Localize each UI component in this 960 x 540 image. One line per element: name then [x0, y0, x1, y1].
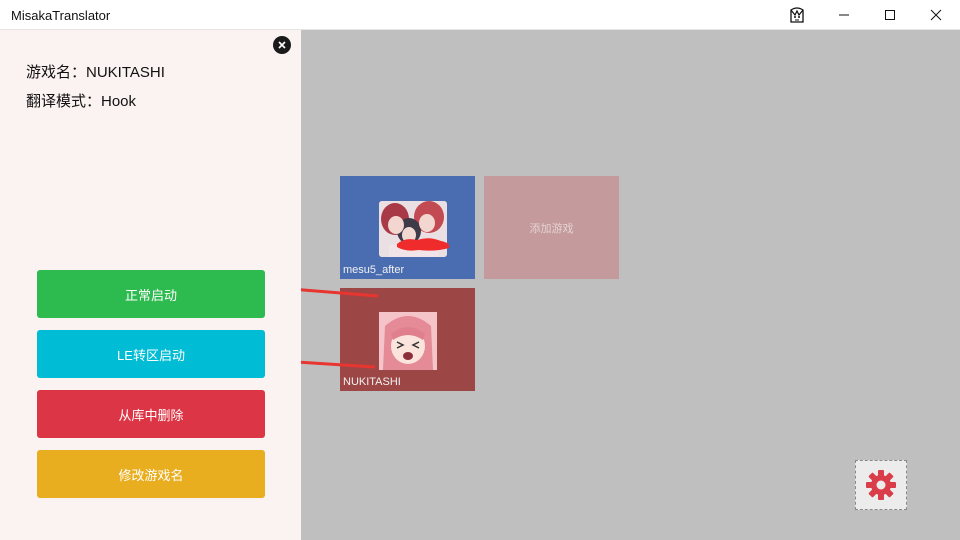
settings-button[interactable] — [855, 460, 907, 510]
maximize-icon — [885, 10, 895, 20]
game-title-label: NUKITASHI — [343, 376, 401, 388]
close-button[interactable] — [913, 0, 959, 30]
misaka-avatar-icon[interactable] — [774, 0, 820, 30]
app-title: MisakaTranslator — [11, 8, 111, 23]
le-start-button[interactable]: LE转区启动 — [37, 330, 265, 378]
gear-icon — [866, 470, 896, 500]
redaction-mark — [397, 238, 450, 251]
translate-mode-info: 翻译模式：Hook — [26, 93, 137, 110]
minimize-icon — [839, 14, 849, 16]
rename-game-button[interactable]: 修改游戏名 — [37, 450, 265, 498]
normal-start-button[interactable]: 正常启动 — [37, 270, 265, 318]
game-tile-mesu5-after[interactable]: mesu5_after — [340, 176, 475, 279]
game-detail-panel: 游戏名：NUKITASHI 翻译模式：Hook 正常启动 LE转区启动 从库中删… — [0, 30, 301, 540]
delete-from-library-button[interactable]: 从库中删除 — [37, 390, 265, 438]
title-bar: MisakaTranslator — [0, 0, 960, 30]
minimize-button[interactable] — [821, 0, 867, 30]
game-name-info: 游戏名：NUKITASHI — [26, 64, 165, 81]
maximize-button[interactable] — [867, 0, 913, 30]
add-game-label: 添加游戏 — [529, 222, 574, 235]
close-panel-button[interactable] — [273, 36, 291, 54]
game-cover-image — [379, 312, 437, 370]
main-content: mesu5_after 添加游戏 NUKITASHI 游戏名：NUKITASHI… — [0, 30, 960, 540]
add-game-tile[interactable]: 添加游戏 — [484, 176, 619, 279]
close-icon — [278, 41, 286, 49]
close-icon — [930, 9, 942, 21]
